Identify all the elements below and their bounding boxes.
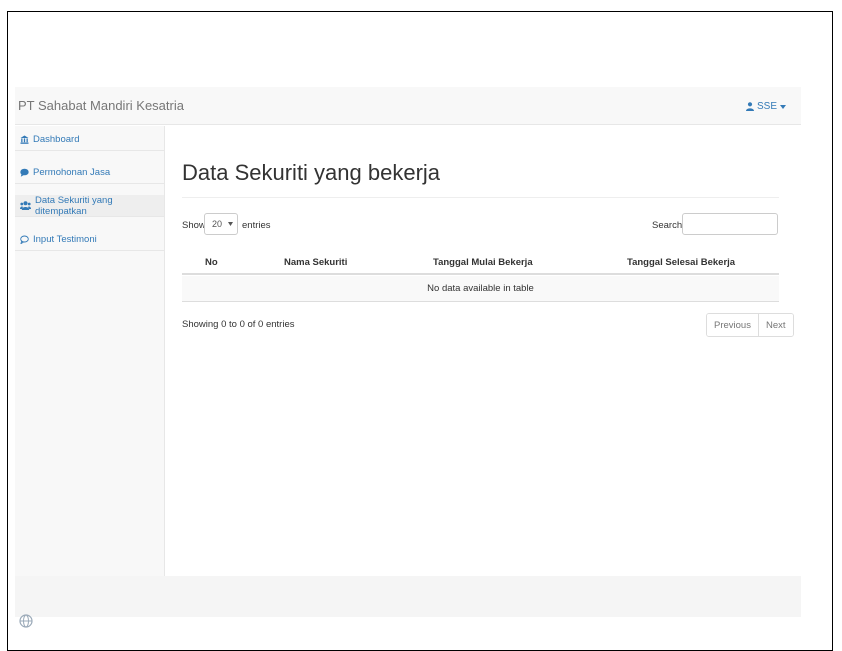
sidebar-item-input-testimoni[interactable]: Input Testimoni [15, 229, 164, 251]
user-name: SSE [756, 101, 777, 112]
column-header-nama-sekuriti[interactable]: Nama Sekuriti [284, 257, 347, 268]
sidebar-item-permohonan-jasa[interactable]: Permohonan Jasa [15, 162, 164, 184]
next-button[interactable]: Next [757, 314, 793, 336]
sidebar-item-label: Data Sekuriti yang ditempatkan [35, 194, 113, 217]
search-input[interactable] [682, 213, 778, 235]
caret-down-icon [780, 104, 786, 109]
table-empty-row: No data available in table [182, 276, 779, 302]
column-header-tanggal-selesai[interactable]: Tanggal Selesai Bekerja [627, 257, 735, 268]
users-icon [20, 201, 31, 210]
user-icon [745, 102, 754, 111]
column-header-no[interactable]: No [205, 257, 218, 268]
comment-icon [20, 168, 29, 177]
sidebar-item-dashboard[interactable]: Dashboard [15, 129, 164, 151]
title-divider [182, 197, 779, 198]
previous-button[interactable]: Previous [707, 314, 758, 336]
entries-length-value: 20 [212, 219, 223, 229]
user-menu-toggle[interactable]: SSE [745, 101, 786, 112]
pagination: Previous Next [706, 313, 794, 337]
table-info: Showing 0 to 0 of 0 entries [182, 319, 295, 330]
sidebar-item-label: Dashboard [33, 134, 80, 145]
sidebar-item-label: Input Testimoni [33, 234, 97, 245]
table-header-divider [182, 273, 779, 275]
sidebar-item-data-sekuriti[interactable]: Data Sekuriti yang ditempatkan [15, 195, 164, 217]
navbar-brand[interactable]: PT Sahabat Mandiri Kesatria [18, 98, 184, 113]
column-header-tanggal-mulai[interactable]: Tanggal Mulai Bekerja [433, 257, 533, 268]
bank-icon [20, 135, 29, 144]
entries-label: entries [242, 220, 271, 231]
comment-outline-icon [20, 235, 29, 244]
globe-icon [19, 614, 33, 628]
sidebar: Dashboard Permohonan Jasa Data Sekuriti … [15, 126, 165, 576]
sidebar-item-label: Permohonan Jasa [33, 167, 111, 178]
show-label: Show [182, 220, 206, 231]
footer-area [15, 576, 801, 617]
caret-down-icon [228, 222, 234, 226]
search-label: Search: [652, 220, 685, 231]
page-title: Data Sekuriti yang bekerja [182, 160, 441, 185]
entries-length-select[interactable]: 20 [204, 213, 238, 235]
